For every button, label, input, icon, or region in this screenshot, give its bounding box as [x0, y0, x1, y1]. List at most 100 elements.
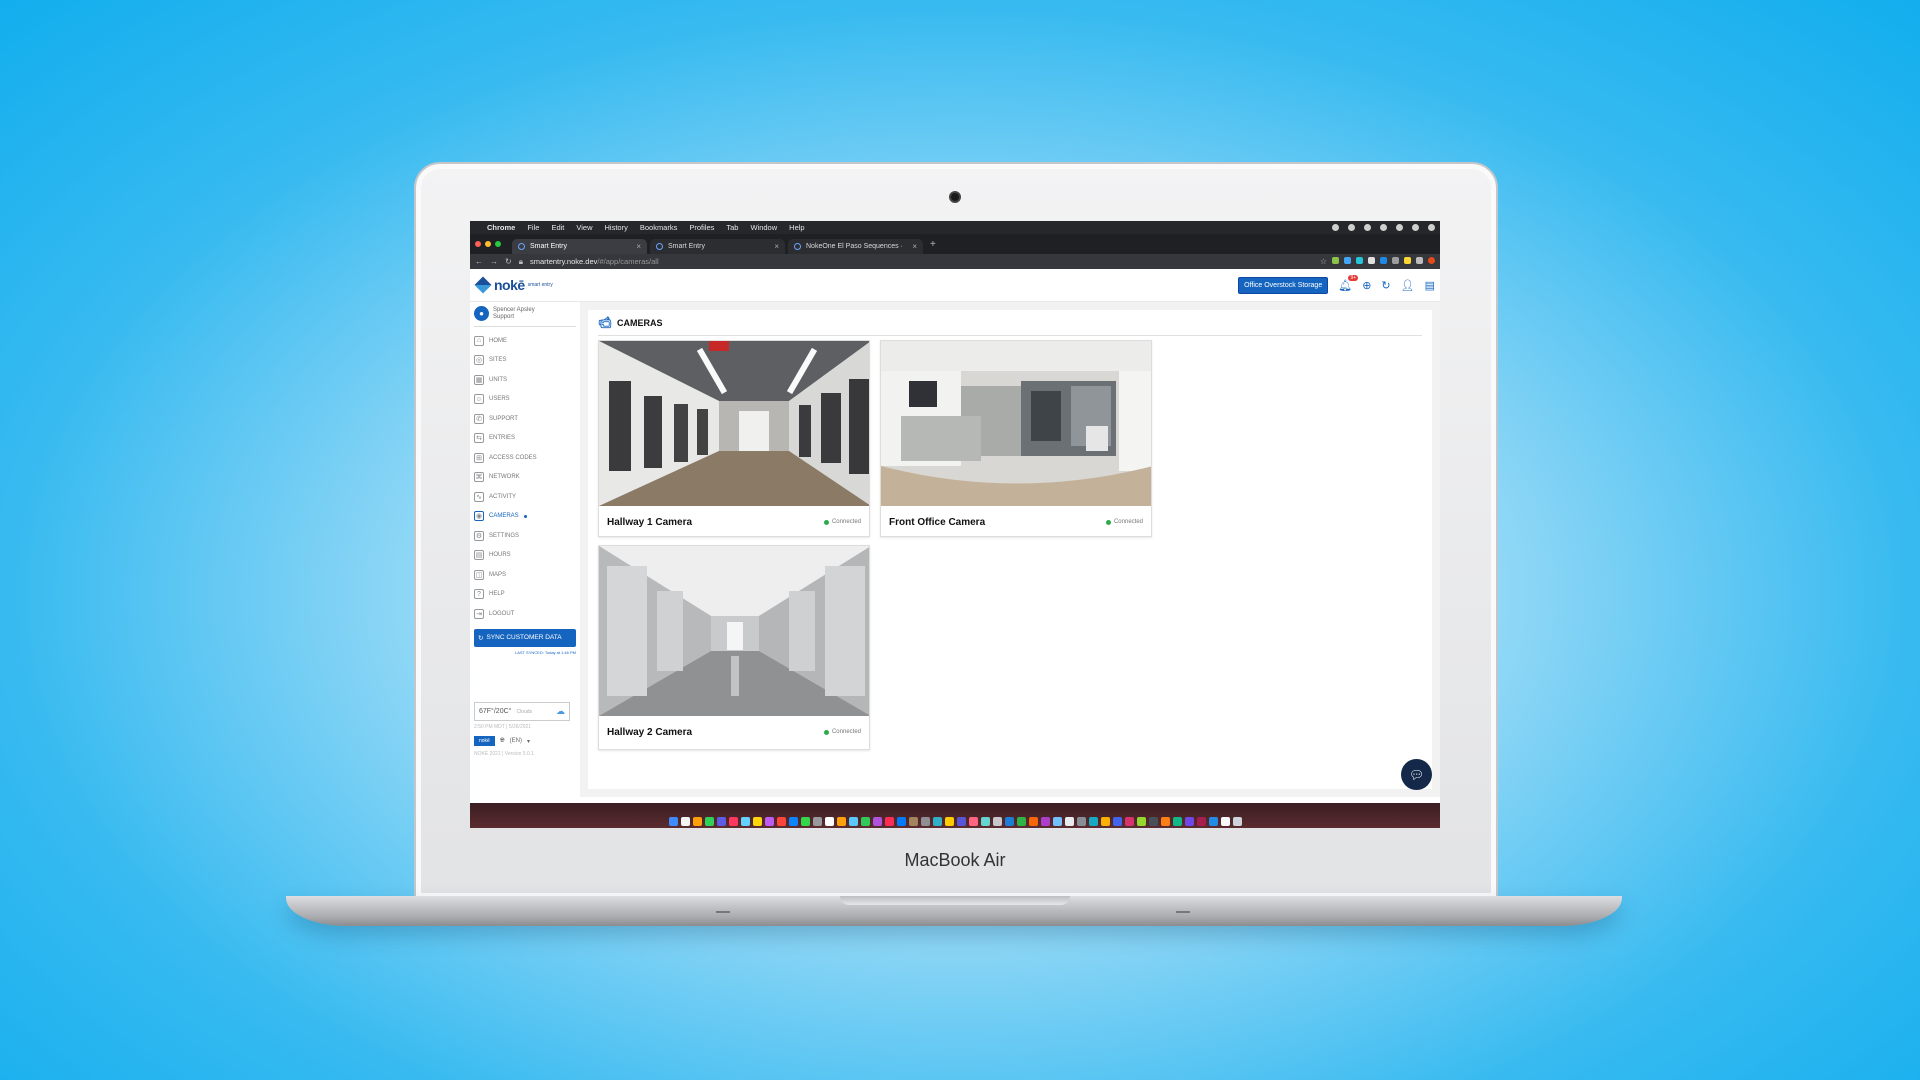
- menubar-item[interactable]: Profiles: [689, 223, 714, 232]
- dock-app-icon[interactable]: [716, 817, 726, 826]
- extension-icon[interactable]: [1368, 257, 1375, 264]
- dock-app-icon[interactable]: [1016, 817, 1026, 826]
- sidebar-item-activity[interactable]: ∿ ACTIVITY: [474, 487, 576, 507]
- sidebar-item-home[interactable]: ⌂ HOME: [474, 331, 576, 351]
- sidebar-item-support[interactable]: ✆ SUPPORT: [474, 409, 576, 429]
- sync-customer-data-button[interactable]: ↻ SYNC CUSTOMER DATA: [474, 628, 576, 647]
- dock-app-icon[interactable]: [872, 817, 882, 826]
- sidebar-item-sites[interactable]: ◎ SITES: [474, 351, 576, 371]
- menubar-item[interactable]: Help: [789, 223, 804, 232]
- language-selector[interactable]: (EN): [510, 738, 522, 744]
- status-icon[interactable]: [1332, 224, 1339, 231]
- close-tab-icon[interactable]: ×: [636, 242, 641, 251]
- camera-feed-image[interactable]: [599, 546, 869, 716]
- sidebar-item-access-codes[interactable]: ⊞ ACCESS CODES: [474, 448, 576, 468]
- sidebar-item-cameras[interactable]: ◉ CAMERAS: [474, 507, 576, 527]
- dock-app-icon[interactable]: [1172, 817, 1182, 826]
- dock-app-icon[interactable]: [824, 817, 834, 826]
- dock-app-icon[interactable]: [992, 817, 1002, 826]
- minimize-window-button[interactable]: [485, 241, 491, 247]
- dock-app-icon[interactable]: [920, 817, 930, 826]
- dock-app-icon[interactable]: [1208, 817, 1218, 826]
- browser-tab[interactable]: Smart Entry ×: [512, 239, 647, 254]
- sidebar-item-help[interactable]: ? HELP: [474, 585, 576, 605]
- dock-app-icon[interactable]: [896, 817, 906, 826]
- sidebar-item-units[interactable]: ▦ UNITS: [474, 370, 576, 390]
- dock-app-icon[interactable]: [668, 817, 678, 826]
- camera-card[interactable]: Hallway 1 Camera Connected: [598, 340, 870, 537]
- panel-toggle-icon[interactable]: ▤: [1425, 279, 1435, 292]
- address-bar[interactable]: smartentry.noke.dev/#/app/cameras/all: [530, 257, 659, 266]
- noke-logo[interactable]: nokē smart entry: [474, 276, 553, 294]
- menubar-item[interactable]: Tab: [726, 223, 738, 232]
- dock-app-icon[interactable]: [728, 817, 738, 826]
- dock-app-icon[interactable]: [1136, 817, 1146, 826]
- dock-app-icon[interactable]: [836, 817, 846, 826]
- dock-app-icon[interactable]: [1076, 817, 1086, 826]
- camera-feed-image[interactable]: [599, 341, 869, 506]
- sidebar-item-settings[interactable]: ⚙ SETTINGS: [474, 526, 576, 546]
- dock-app-icon[interactable]: [812, 817, 822, 826]
- forward-icon[interactable]: →: [490, 257, 498, 266]
- site-selector-button[interactable]: Office Overstock Storage: [1238, 276, 1329, 294]
- sidebar-item-network[interactable]: ⌘ NETWORK: [474, 468, 576, 488]
- extensions-puzzle-icon[interactable]: [1416, 257, 1423, 264]
- dock-app-icon[interactable]: [932, 817, 942, 826]
- chat-support-button[interactable]: 💬︎: [1401, 759, 1432, 790]
- globe-icon[interactable]: 🌐︎: [500, 738, 505, 745]
- camera-card[interactable]: Hallway 2 Camera Connected: [598, 545, 870, 750]
- menubar-item[interactable]: Window: [750, 223, 777, 232]
- sidebar-item-hours[interactable]: ▤ HOURS: [474, 546, 576, 566]
- dock-app-icon[interactable]: [692, 817, 702, 826]
- sidebar-item-users[interactable]: ☺ USERS: [474, 390, 576, 410]
- dock-app-icon[interactable]: [848, 817, 858, 826]
- dock-app-icon[interactable]: [1064, 817, 1074, 826]
- close-tab-icon[interactable]: ×: [912, 242, 917, 251]
- menubar-app-name[interactable]: Chrome: [487, 223, 515, 232]
- camera-feed-image[interactable]: [881, 341, 1151, 506]
- bookmark-star-icon[interactable]: ☆: [1320, 257, 1327, 266]
- status-icon[interactable]: [1348, 224, 1355, 231]
- dock-app-icon[interactable]: [740, 817, 750, 826]
- refresh-icon[interactable]: ↻: [1381, 279, 1390, 292]
- new-tab-icon[interactable]: +: [930, 239, 936, 250]
- dock-app-icon[interactable]: [1148, 817, 1158, 826]
- menubar-item[interactable]: File: [527, 223, 539, 232]
- user-account-icon[interactable]: 👤︎: [1401, 279, 1415, 292]
- user-profile[interactable]: ● Spencer Apsley Support: [474, 306, 576, 327]
- dock-app-icon[interactable]: [1220, 817, 1230, 826]
- dock-app-icon[interactable]: [1124, 817, 1134, 826]
- sidebar-item-maps[interactable]: ◫ MAPS: [474, 565, 576, 585]
- chevron-down-icon[interactable]: ▾: [527, 738, 530, 745]
- add-circle-icon[interactable]: ⊕: [1362, 279, 1371, 292]
- menubar-item[interactable]: View: [576, 223, 592, 232]
- profile-avatar[interactable]: [1428, 257, 1435, 264]
- extension-icon[interactable]: [1356, 257, 1363, 264]
- dock-app-icon[interactable]: [1196, 817, 1206, 826]
- dock-app-icon[interactable]: [968, 817, 978, 826]
- dock-app-icon[interactable]: [1088, 817, 1098, 826]
- status-icon[interactable]: [1364, 224, 1371, 231]
- dock-app-icon[interactable]: [1040, 817, 1050, 826]
- extension-icon[interactable]: [1332, 257, 1339, 264]
- dock-app-icon[interactable]: [752, 817, 762, 826]
- dock-app-icon[interactable]: [1184, 817, 1194, 826]
- close-window-button[interactable]: [475, 241, 481, 247]
- dock-app-icon[interactable]: [680, 817, 690, 826]
- dock-app-icon[interactable]: [1160, 817, 1170, 826]
- browser-tab[interactable]: NokeOne El Paso Sequences · ×: [788, 239, 923, 254]
- dock-app-icon[interactable]: [1100, 817, 1110, 826]
- wifi-icon[interactable]: [1412, 224, 1419, 231]
- dock-app-icon[interactable]: [980, 817, 990, 826]
- dock-app-icon[interactable]: [800, 817, 810, 826]
- extension-icon[interactable]: [1404, 257, 1411, 264]
- notifications-bell-icon[interactable]: 🔔︎ 9+: [1338, 274, 1359, 292]
- dock-app-icon[interactable]: [884, 817, 894, 826]
- dock-app-icon[interactable]: [1004, 817, 1014, 826]
- extension-icon[interactable]: [1392, 257, 1399, 264]
- battery-icon[interactable]: [1396, 224, 1403, 231]
- dock-app-icon[interactable]: [1232, 817, 1242, 826]
- dock-app-icon[interactable]: [1028, 817, 1038, 826]
- dock-app-icon[interactable]: [860, 817, 870, 826]
- menubar-item[interactable]: History: [605, 223, 628, 232]
